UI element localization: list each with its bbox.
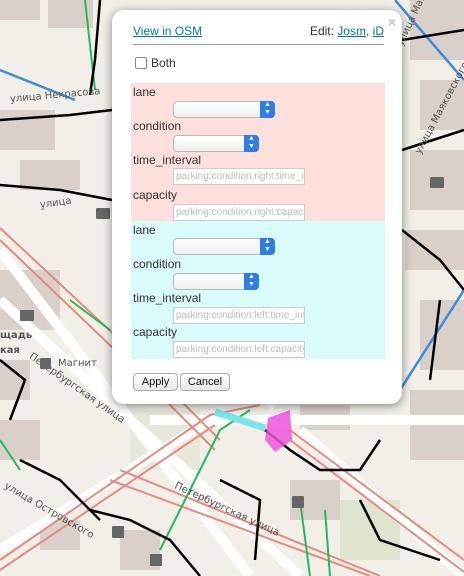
shop-label-magnit: Магнит (58, 358, 97, 369)
left-condition-select[interactable]: ▲ ▼ (173, 273, 259, 290)
edit-links: Edit: Josm, iD (310, 24, 384, 38)
book-icon (96, 208, 110, 219)
select-arrow-icon: ▲ ▼ (260, 101, 275, 118)
right-condition-label: condition (133, 119, 182, 133)
select-arrow-icon: ▲ ▼ (260, 238, 275, 255)
apply-button[interactable]: Apply (133, 373, 178, 391)
right-capacity-input[interactable]: parking:condition:right:capacity (173, 204, 305, 221)
both-checkbox[interactable] (135, 57, 147, 69)
left-capacity-label: capacity (133, 325, 178, 339)
parking-condition-popup: × View in OSM Edit: Josm, iD Both lane ▲… (112, 10, 402, 404)
view-in-osm-link[interactable]: View in OSM (133, 24, 202, 38)
left-lane-label: lane (133, 223, 156, 237)
church-icon (150, 554, 162, 566)
right-time-interval-label: time_interval (133, 153, 202, 167)
select-arrow-icon: ▲ ▼ (244, 273, 259, 290)
book-icon (20, 310, 34, 321)
edit-josm-link[interactable]: Josm (337, 24, 366, 38)
right-time-interval-input[interactable]: parking:condition:right:time_interval (173, 168, 305, 185)
both-label: Both (151, 56, 176, 70)
edit-id-link[interactable]: iD (373, 24, 384, 38)
popup-header: View in OSM Edit: Josm, iD (133, 24, 384, 45)
left-time-interval-input[interactable]: parking:condition:left:time_interval (173, 307, 305, 324)
left-side-section: lane ▲ ▼ condition ▲ ▼ time_interval parki… (131, 221, 385, 359)
right-lane-select[interactable]: ▲ ▼ (173, 101, 275, 118)
right-side-section: lane ▲ ▼ condition ▲ ▼ time_interval parki… (131, 83, 385, 221)
right-lane-label: lane (133, 85, 156, 99)
left-condition-label: condition (133, 257, 182, 271)
both-option[interactable]: Both (135, 56, 176, 70)
edit-label: Edit: (309, 24, 334, 38)
left-capacity-input[interactable]: parking:condition:left:capacity (173, 341, 305, 358)
close-icon[interactable]: × (388, 14, 396, 30)
bank-icon (430, 177, 444, 188)
cancel-button[interactable]: Cancel (180, 373, 230, 391)
church-icon (292, 496, 304, 508)
church-icon (112, 526, 124, 538)
right-condition-select[interactable]: ▲ ▼ (173, 135, 259, 152)
area-label-ploshchad: щадь (0, 330, 33, 341)
area-label-skaya: кая (0, 345, 20, 356)
left-lane-select[interactable]: ▲ ▼ (173, 238, 275, 255)
left-time-interval-label: time_interval (133, 291, 202, 305)
edit-separator: , (365, 24, 370, 38)
right-capacity-label: capacity (133, 188, 178, 202)
shop-icon (40, 358, 51, 369)
select-arrow-icon: ▲ ▼ (244, 135, 259, 152)
